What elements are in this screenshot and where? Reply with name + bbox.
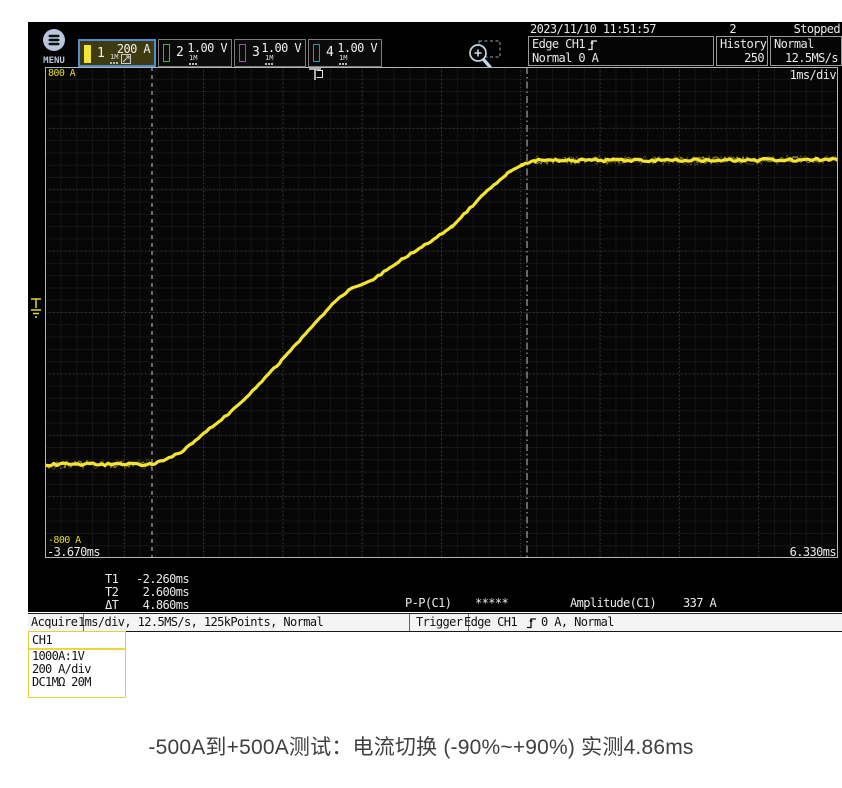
history-label: History xyxy=(717,37,767,51)
datetime: 2023/11/10 11:51:57 xyxy=(530,23,656,36)
channel-2-color-bar xyxy=(163,44,170,62)
channel-1-box[interactable]: 1 200 A 1M xyxy=(78,39,156,67)
ch1-info-box[interactable]: CH1 1000A:1V 200 A/div DC1MΩ 20M xyxy=(28,631,126,698)
status-bar: Acquire 1ms/div, 12.5MS/s, 125kPoints, N… xyxy=(28,613,842,632)
channel-3-color-bar xyxy=(239,44,246,62)
caption-text: -500A到+500A测试：电流切换 (-90%~+90%) 实测4.86ms xyxy=(0,731,842,761)
channel-1-color-bar xyxy=(84,45,91,63)
waveform-graticule[interactable] xyxy=(45,67,838,558)
channel-3-number: 3 xyxy=(252,45,260,60)
impedance-1m-icon: 1M xyxy=(110,54,118,64)
channel-4-color-bar xyxy=(313,44,320,62)
sample-rate: 12.5MS/s xyxy=(771,51,841,65)
page: { "header": { "menu_label": "MENU", "tim… xyxy=(0,0,842,788)
channel-4-box[interactable]: 4 1.00 V 1M xyxy=(308,39,382,67)
pp-measure-value: ***** xyxy=(475,597,508,610)
channel-2-box[interactable]: 2 1.00 V 1M xyxy=(158,39,232,67)
acquire-settings: 1ms/div, 12.5MS/s, 125kPoints, Normal xyxy=(78,614,323,631)
ch1-coupling: DC1MΩ 20M xyxy=(29,676,125,689)
history-count: 250 xyxy=(717,51,767,65)
cursor-dt-value: 4.860ms xyxy=(127,599,189,612)
menu-button[interactable]: MENU xyxy=(37,28,71,66)
acquire-section-label[interactable]: Acquire xyxy=(28,614,84,631)
trigger-source: Edge CH1 xyxy=(532,38,585,51)
rising-edge-icon xyxy=(527,617,537,629)
rising-edge-icon xyxy=(588,39,598,51)
oscilloscope-screen: MENU 1 200 A 1M 2 1.00 V 1M 3 1.00 V 1M … xyxy=(28,22,842,612)
pp-measure-label: P-P(C1) xyxy=(405,597,451,610)
amplitude-measure-label: Amplitude(C1) xyxy=(570,597,656,610)
channel-2-number: 2 xyxy=(176,45,184,60)
probe-icon xyxy=(121,54,131,64)
cursor-dt-label: ΔT xyxy=(105,599,127,612)
acquisition-mode: Normal xyxy=(771,37,841,51)
channel-3-box[interactable]: 3 1.00 V 1M xyxy=(234,39,306,67)
amplitude-measure-value: 337 A xyxy=(683,597,716,610)
impedance-1m-icon: 1M xyxy=(265,55,273,65)
menu-label: MENU xyxy=(37,57,71,66)
impedance-1m-icon: 1M xyxy=(339,55,347,65)
trigger-settings-box[interactable]: Edge CH1 Normal 0 A xyxy=(528,36,714,66)
ch1-info-title: CH1 xyxy=(29,632,125,650)
trigger-settings-detail: 0 A, Normal xyxy=(541,614,614,631)
trigger-section-label[interactable]: Trigger xyxy=(409,614,469,631)
channel-1-number: 1 xyxy=(97,46,105,61)
acquisition-mode-box[interactable]: Normal 12.5MS/s xyxy=(770,36,842,66)
history-box[interactable]: History 250 xyxy=(716,36,768,66)
hamburger-menu-icon xyxy=(42,28,66,52)
channel-4-scale: 1.00 V xyxy=(337,41,377,55)
channel-2-scale: 1.00 V xyxy=(187,41,227,55)
trigger-mode: Normal 0 A xyxy=(529,51,713,65)
trigger-settings-source: Edge CH1 xyxy=(464,614,517,631)
impedance-1m-icon: 1M xyxy=(189,55,197,65)
channel-4-number: 4 xyxy=(326,45,334,60)
ch1-ground-level-marker[interactable] xyxy=(29,296,45,324)
acquisition-count: 2 xyxy=(718,23,736,36)
channel-3-scale: 1.00 V xyxy=(261,41,301,55)
cursor-readout: T1-2.260ms T22.600ms ΔT4.860ms xyxy=(105,573,189,612)
run-state: Stopped xyxy=(794,23,840,36)
